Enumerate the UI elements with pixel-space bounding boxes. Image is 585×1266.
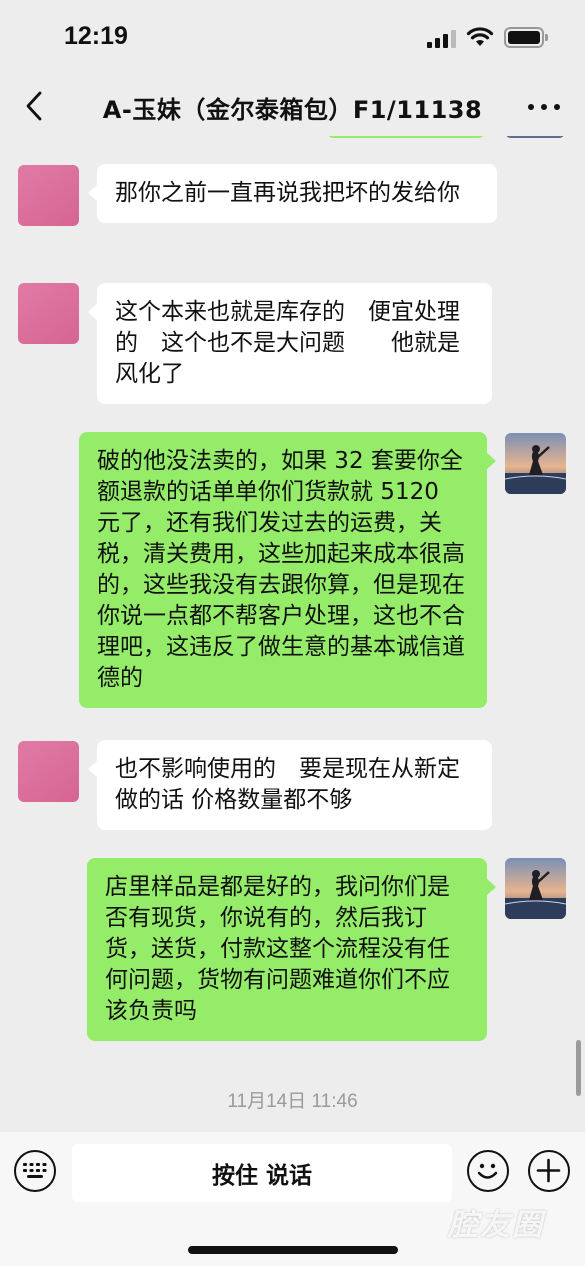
message-bubble-incoming[interactable]: 这个本来也就是库存的 便宜处理的 这个也不是大问题 他就是风化了: [88, 283, 492, 404]
previous-message-bubble: [326, 136, 486, 138]
message-timestamp: 11月14日 11:46: [227, 1091, 358, 1112]
smiley-icon: [477, 1163, 498, 1179]
keyboard-toggle-button[interactable]: [14, 1150, 56, 1192]
message-text: 也不影响使用的 要是现在从新定做的话 价格数量都不够: [115, 756, 460, 813]
contact-avatar[interactable]: [18, 165, 79, 226]
emoji-button[interactable]: [467, 1150, 509, 1192]
plus-icon: [536, 1158, 561, 1183]
profile-photo-icon: [505, 858, 566, 919]
home-indicator[interactable]: [188, 1246, 398, 1254]
message-bubble-incoming[interactable]: 那你之前一直再说我把坏的发给你: [88, 164, 497, 223]
my-avatar[interactable]: [505, 858, 566, 919]
keyboard-icon: [23, 1163, 47, 1178]
message-bubble-outgoing[interactable]: 店里样品是都是好的，我问你们是否有现货，你说有的，然后我订货，送货，付款这整个流…: [87, 858, 496, 1041]
profile-photo-icon: [505, 433, 566, 494]
battery-icon: [504, 27, 548, 48]
more-options-button[interactable]: [524, 92, 564, 122]
chat-area[interactable]: 那你之前一直再说我把坏的发给你 这个本来也就是库存的 便宜处理的 这个也不是大问…: [0, 136, 585, 1132]
dot-icon: [528, 104, 534, 110]
message-bubble-outgoing[interactable]: 破的他没法卖的，如果 32 套要你全额退款的话单单你们货款就 5120 元了，还…: [79, 432, 496, 708]
message-text: 破的他没法卖的，如果 32 套要你全额退款的话单单你们货款就 5120 元了，还…: [97, 448, 465, 691]
previous-avatar: [505, 136, 565, 138]
contact-avatar[interactable]: [18, 741, 79, 802]
more-functions-button[interactable]: [528, 1150, 570, 1192]
hold-to-talk-button[interactable]: 按住 说话: [72, 1144, 452, 1202]
contact-avatar[interactable]: [18, 283, 79, 344]
wifi-icon: [466, 27, 494, 46]
scrollbar[interactable]: [576, 1040, 581, 1096]
watermark-logo: 腔友圈: [448, 1208, 544, 1243]
signal-icon: [427, 30, 459, 48]
dot-icon: [541, 104, 547, 110]
message-text: 那你之前一直再说我把坏的发给你: [115, 180, 460, 206]
status-bar: 12:19: [0, 0, 585, 78]
dot-icon: [554, 104, 560, 110]
status-time: 12:19: [64, 22, 128, 50]
my-avatar[interactable]: [505, 433, 566, 494]
chat-title: A-玉妹（金尔泰箱包）F1/11138: [102, 96, 483, 124]
message-text: 店里样品是都是好的，我问你们是否有现货，你说有的，然后我订货，送货，付款这整个流…: [105, 874, 450, 1024]
message-text: 这个本来也就是库存的 便宜处理的 这个也不是大问题 他就是风化了: [115, 299, 460, 387]
nav-bar: A-玉妹（金尔泰箱包）F1/11138: [0, 78, 585, 136]
message-bubble-incoming[interactable]: 也不影响使用的 要是现在从新定做的话 价格数量都不够: [88, 740, 492, 830]
